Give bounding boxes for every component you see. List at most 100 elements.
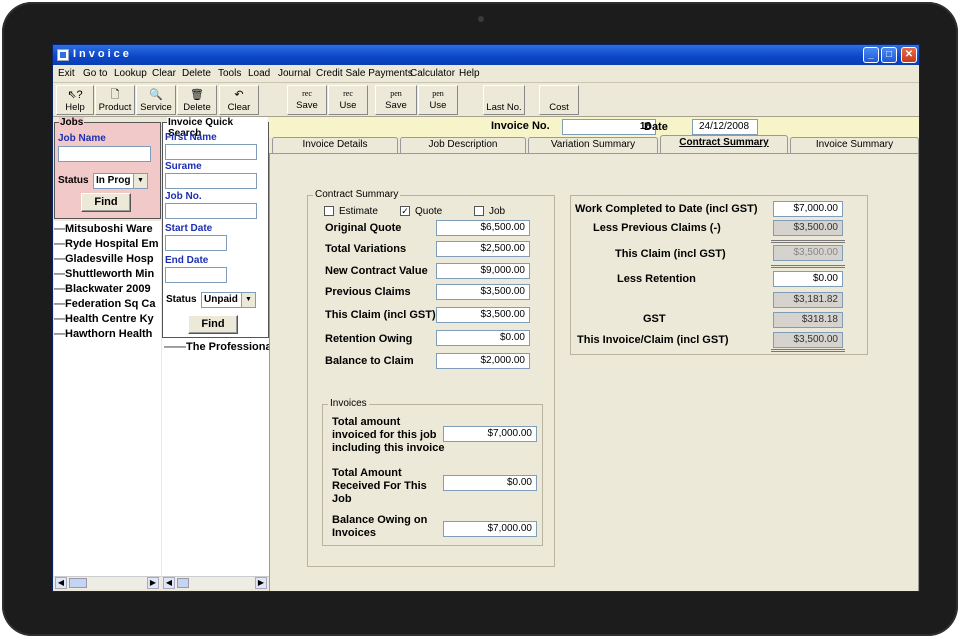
menu-goto[interactable]: Go to: [83, 68, 107, 79]
contract-summary-group: Contract Summary Estimate ✓ Quote Job Ori…: [307, 189, 555, 567]
help-button[interactable]: ⇖? Help: [56, 85, 94, 115]
menu-exit[interactable]: Exit: [58, 68, 75, 79]
surname-input[interactable]: [165, 173, 257, 189]
job-no-label: Job No.: [165, 191, 202, 202]
this-claim-label: This Claim (incl GST): [325, 309, 436, 321]
rec-save-button[interactable]: rec Save: [287, 85, 327, 115]
pen-save-button[interactable]: pen Save: [375, 85, 417, 115]
scroll-thumb[interactable]: [69, 578, 87, 588]
menu-clear[interactable]: Clear: [152, 68, 176, 79]
tree-item[interactable]: ——The Professional: [164, 341, 275, 353]
tab-variation-summary[interactable]: Variation Summary: [528, 137, 658, 153]
menu-help[interactable]: Help: [459, 68, 480, 79]
menu-credit-sale-payments[interactable]: Credit Sale Payments: [316, 68, 413, 79]
contract-summary-legend: Contract Summary: [313, 189, 401, 200]
total-received-field[interactable]: $0.00: [443, 475, 537, 491]
less-previous-claims-field: $3,500.00: [773, 220, 843, 236]
list-item[interactable]: —Gladesville Hosp: [54, 253, 154, 265]
window-title: Invoice: [73, 48, 132, 60]
jobs-status-select[interactable]: In Prog ▼: [93, 173, 148, 189]
qs-status-select[interactable]: Unpaid ▼: [201, 292, 256, 308]
jobs-find-button[interactable]: Find: [81, 193, 131, 212]
this-invoice-label: This Invoice/Claim (incl GST): [577, 334, 729, 346]
tab-invoice-summary[interactable]: Invoice Summary: [790, 137, 919, 153]
menu-lookup[interactable]: Lookup: [114, 68, 147, 79]
total-variations-field[interactable]: $2,500.00: [436, 241, 530, 257]
tab-job-description[interactable]: Job Description: [400, 137, 526, 153]
list-item[interactable]: —Health Centre Ky: [54, 313, 154, 325]
claim-summary-group: Work Completed to Date (incl GST) $7,000…: [570, 195, 868, 355]
total-invoiced-field[interactable]: $7,000.00: [443, 426, 537, 442]
this-invoice-field: $3,500.00: [773, 332, 843, 348]
menu-delete[interactable]: Delete: [182, 68, 211, 79]
work-completed-field[interactable]: $7,000.00: [773, 201, 843, 217]
total-variations-label: Total Variations: [325, 243, 407, 255]
job-list: —Mitsuboshi Ware —Ryde Hospital Em —Glad…: [54, 221, 161, 576]
end-date-input[interactable]: [165, 267, 227, 283]
job-checkbox[interactable]: Job: [474, 206, 505, 217]
minimize-button[interactable]: _: [863, 47, 879, 63]
rec-use-button[interactable]: rec Use: [328, 85, 368, 115]
invoice-tree-scrollbar[interactable]: ◀ ▶: [162, 576, 269, 589]
search-document-icon: 🔍: [149, 89, 163, 101]
first-name-input[interactable]: [165, 144, 257, 160]
job-no-input[interactable]: [165, 203, 257, 219]
list-item[interactable]: —Hawthorn Health: [54, 328, 152, 340]
main-content: Invoice No. 18 Date 24/12/2008 Invoice D…: [269, 117, 919, 591]
balance-to-claim-field[interactable]: $2,000.00: [436, 353, 530, 369]
invoice-window: Invoice _ □ ✕ Exit Go to Lookup Clear De…: [52, 44, 920, 592]
list-item[interactable]: —Blackwater 2009: [54, 283, 151, 295]
job-list-scrollbar[interactable]: ◀ ▶: [54, 576, 161, 589]
scroll-right-icon[interactable]: ▶: [255, 577, 267, 589]
scroll-left-icon[interactable]: ◀: [163, 577, 175, 589]
retention-owing-label: Retention Owing: [325, 333, 413, 345]
date-field[interactable]: 24/12/2008: [692, 119, 758, 135]
tab-strip: Invoice Details Job Description Variatio…: [269, 135, 919, 153]
delete-button[interactable]: 🗑 Delete: [177, 85, 217, 115]
surname-label: Surame: [165, 161, 202, 172]
qs-find-button[interactable]: Find: [188, 315, 238, 334]
invoice-no-field[interactable]: 18: [562, 119, 656, 135]
last-no-button[interactable]: Last No.: [483, 85, 525, 115]
scroll-left-icon[interactable]: ◀: [55, 577, 67, 589]
service-button[interactable]: 🔍 Service: [136, 85, 176, 115]
pen-use-button[interactable]: pen Use: [418, 85, 458, 115]
list-item[interactable]: —Shuttleworth Min: [54, 268, 154, 280]
quote-checkbox[interactable]: ✓ Quote: [400, 206, 442, 217]
estimate-checkbox[interactable]: Estimate: [324, 206, 378, 217]
checkbox-box: [474, 206, 484, 217]
menu-journal[interactable]: Journal: [278, 68, 311, 79]
product-button[interactable]: 🗋 Product: [95, 85, 135, 115]
retention-owing-field[interactable]: $0.00: [436, 330, 530, 346]
scroll-thumb[interactable]: [177, 578, 189, 588]
balance-owing-label: Balance Owing on Invoices: [332, 514, 428, 539]
less-retention-field[interactable]: $0.00: [773, 271, 843, 287]
original-quote-field[interactable]: $6,500.00: [436, 220, 530, 236]
clear-button[interactable]: ↶ Clear: [219, 85, 259, 115]
menu-tools[interactable]: Tools: [218, 68, 241, 79]
jobs-panel: Jobs Job Name Status In Prog ▼ Find: [54, 117, 161, 219]
start-date-input[interactable]: [165, 235, 227, 251]
maximize-button[interactable]: □: [881, 47, 897, 63]
tab-contract-summary[interactable]: Contract Summary: [660, 135, 788, 153]
list-item[interactable]: —Mitsuboshi Ware: [54, 223, 153, 235]
menu-calculator[interactable]: Calculator: [410, 68, 455, 79]
scroll-right-icon[interactable]: ▶: [147, 577, 159, 589]
job-name-input[interactable]: [58, 146, 151, 162]
list-item[interactable]: —Ryde Hospital Em: [54, 238, 159, 250]
help-pointer-icon: ⇖?: [67, 89, 83, 101]
new-contract-value-field[interactable]: $9,000.00: [436, 263, 530, 279]
jobs-panel-legend: Jobs: [59, 117, 85, 128]
tab-invoice-details[interactable]: Invoice Details: [272, 137, 398, 153]
underline-divider: [771, 240, 845, 243]
total-invoiced-label: Total amount invoiced for this job inclu…: [332, 416, 445, 454]
cost-button[interactable]: Cost: [539, 85, 579, 115]
balance-owing-field[interactable]: $7,000.00: [443, 521, 537, 537]
job-name-label: Job Name: [58, 133, 106, 144]
this-claim-field[interactable]: $3,500.00: [436, 307, 530, 323]
previous-claims-field[interactable]: $3,500.00: [436, 284, 530, 300]
close-button[interactable]: ✕: [901, 47, 917, 63]
invoices-legend: Invoices: [328, 398, 369, 409]
menu-load[interactable]: Load: [248, 68, 270, 79]
list-item[interactable]: —Federation Sq Ca: [54, 298, 155, 310]
